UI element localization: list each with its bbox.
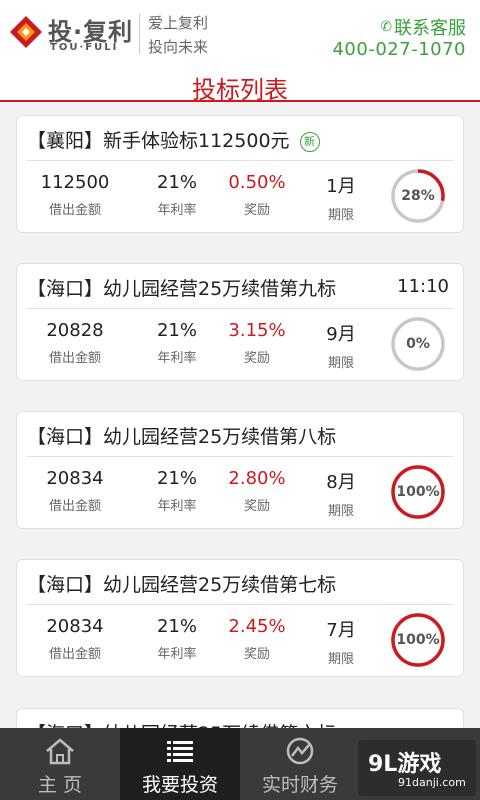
slogan-line-1: 爱上复利 <box>148 14 209 32</box>
term-stat: 7月期限 <box>311 616 371 667</box>
rate-stat: 21% 年利率 <box>147 320 207 366</box>
watermark-logo: 9L游戏 <box>368 752 442 777</box>
rate-value: 21% <box>156 468 197 489</box>
rate-stat: 21% 年利率 <box>147 172 207 218</box>
term-value: 8月 <box>326 472 356 493</box>
nav-home[interactable]: 主 页 <box>0 728 120 800</box>
app-header: 投·复利 TOU·FULI 爱上复利 投向未来 ✆ 联系客服 400-027-1… <box>0 0 480 66</box>
slogan-line-2: 投向未来 <box>148 38 209 56</box>
term-label: 期限 <box>327 652 354 667</box>
loan-title: 【海口】幼儿园经营25万续借第八标 <box>27 426 337 448</box>
term-label: 期限 <box>327 356 354 371</box>
home-icon <box>46 738 74 765</box>
watermark-url: 91danji.com <box>398 776 466 789</box>
rate-stat: 21% 年利率 <box>147 468 207 514</box>
term-stat: 9月期限 <box>311 320 371 371</box>
new-badge: 新 <box>299 132 320 152</box>
term-stat: 8月期限 <box>311 468 371 519</box>
reward-stat: 3.15% 奖励 <box>217 320 297 366</box>
nav-label: 主 页 <box>37 774 83 796</box>
nav-label: 实时财务 <box>261 774 338 796</box>
progress-ring: 28% <box>390 168 446 224</box>
reward-value: 3.15% <box>228 320 286 341</box>
term-stat: 1月期限 <box>311 172 371 223</box>
term-value: 1月 <box>326 176 356 197</box>
amount-label: 借出金额 <box>48 203 101 218</box>
loan-title: 【海口】幼儿园经营25万续借第七标 <box>27 574 337 596</box>
logo-icon <box>10 16 42 48</box>
loan-title: 【襄阳】新手体验标112500元 <box>27 130 290 152</box>
rate-label: 年利率 <box>157 499 197 514</box>
reward-value: 0.50% <box>228 172 286 193</box>
loan-title: 【海口】幼儿园经营25万续借第九标 <box>27 278 337 300</box>
reward-stat: 2.80% 奖励 <box>217 468 297 514</box>
rate-label: 年利率 <box>157 203 197 218</box>
reward-value: 2.45% <box>228 616 286 637</box>
amount-label: 借出金额 <box>48 351 101 366</box>
amount-value: 20828 <box>46 320 104 341</box>
rate-stat: 21% 年利率 <box>147 616 207 662</box>
rate-value: 21% <box>156 320 197 341</box>
progress-label: 28% <box>401 188 435 204</box>
brand-english: TOU·FULI <box>50 42 119 53</box>
nav-invest[interactable]: 我要投资 <box>120 728 240 800</box>
loan-card[interactable]: 【海口】幼儿园经营25万续借第八标 20834 借出金额 21% 年利率 2.80%… <box>16 411 464 529</box>
service-phone[interactable]: 400-027-1070 <box>332 39 466 60</box>
rate-label: 年利率 <box>157 647 197 662</box>
reward-label: 奖励 <box>243 203 270 218</box>
nav-finance[interactable]: 实时财务 <box>240 728 360 800</box>
card-divider <box>27 604 453 605</box>
amount-value: 112500 <box>40 172 110 193</box>
amount-label: 借出金额 <box>48 499 101 514</box>
rate-value: 21% <box>156 616 197 637</box>
contact-service-label: 联系客服 <box>394 18 466 39</box>
term-value: 9月 <box>326 324 356 345</box>
nav-label: 我要投资 <box>141 774 218 796</box>
reward-stat: 0.50% 奖励 <box>217 172 297 218</box>
card-divider <box>27 456 453 457</box>
progress-label: 100% <box>396 632 440 648</box>
loan-card[interactable]: 【海口】幼儿园经营25万续借第九标 11:10 20828 借出金额 21% 年利率… <box>16 263 464 381</box>
amount-stat: 20834 借出金额 <box>35 468 115 514</box>
reward-label: 奖励 <box>243 351 270 366</box>
amount-stat: 20828 借出金额 <box>35 320 115 366</box>
term-label: 期限 <box>327 208 354 223</box>
site-watermark: 9L游戏 91danji.com <box>358 740 476 796</box>
loan-card[interactable]: 【襄阳】新手体验标112500元新 112500 借出金额 21% 年利率 0.50… <box>16 115 464 233</box>
reward-label: 奖励 <box>243 499 270 514</box>
loan-card[interactable]: 【海口】幼儿园经营25万续借第七标 20834 借出金额 21% 年利率 2.45%… <box>16 559 464 677</box>
phone-icon: ✆ <box>380 19 392 35</box>
rate-label: 年利率 <box>157 351 197 366</box>
header-divider <box>139 14 140 54</box>
reward-stat: 2.45% 奖励 <box>217 616 297 662</box>
reward-label: 奖励 <box>243 647 270 662</box>
chart-icon <box>286 737 314 765</box>
amount-value: 20834 <box>46 616 104 637</box>
amount-stat: 20834 借出金额 <box>35 616 115 662</box>
term-label: 期限 <box>327 504 354 519</box>
progress-ring: 100% <box>390 464 446 520</box>
countdown-time: 11:10 <box>397 276 449 297</box>
progress-ring: 100% <box>390 612 446 668</box>
card-divider <box>27 160 453 161</box>
amount-value: 20834 <box>46 468 104 489</box>
progress-label: 100% <box>396 484 440 500</box>
page-title: 投标列表 <box>192 76 288 104</box>
rate-value: 21% <box>156 172 197 193</box>
progress-label: 0% <box>406 336 430 352</box>
progress-ring: 0% <box>390 316 446 372</box>
card-divider <box>27 308 453 309</box>
contact-service-button[interactable]: ✆ 联系客服 <box>380 14 466 40</box>
term-value: 7月 <box>326 620 356 641</box>
reward-value: 2.80% <box>228 468 286 489</box>
title-bar: 投标列表 <box>0 66 480 104</box>
amount-label: 借出金额 <box>48 647 101 662</box>
loan-title-row: 【襄阳】新手体验标112500元新 <box>27 126 320 153</box>
list-icon <box>167 741 193 762</box>
amount-stat: 112500 借出金额 <box>35 172 115 218</box>
